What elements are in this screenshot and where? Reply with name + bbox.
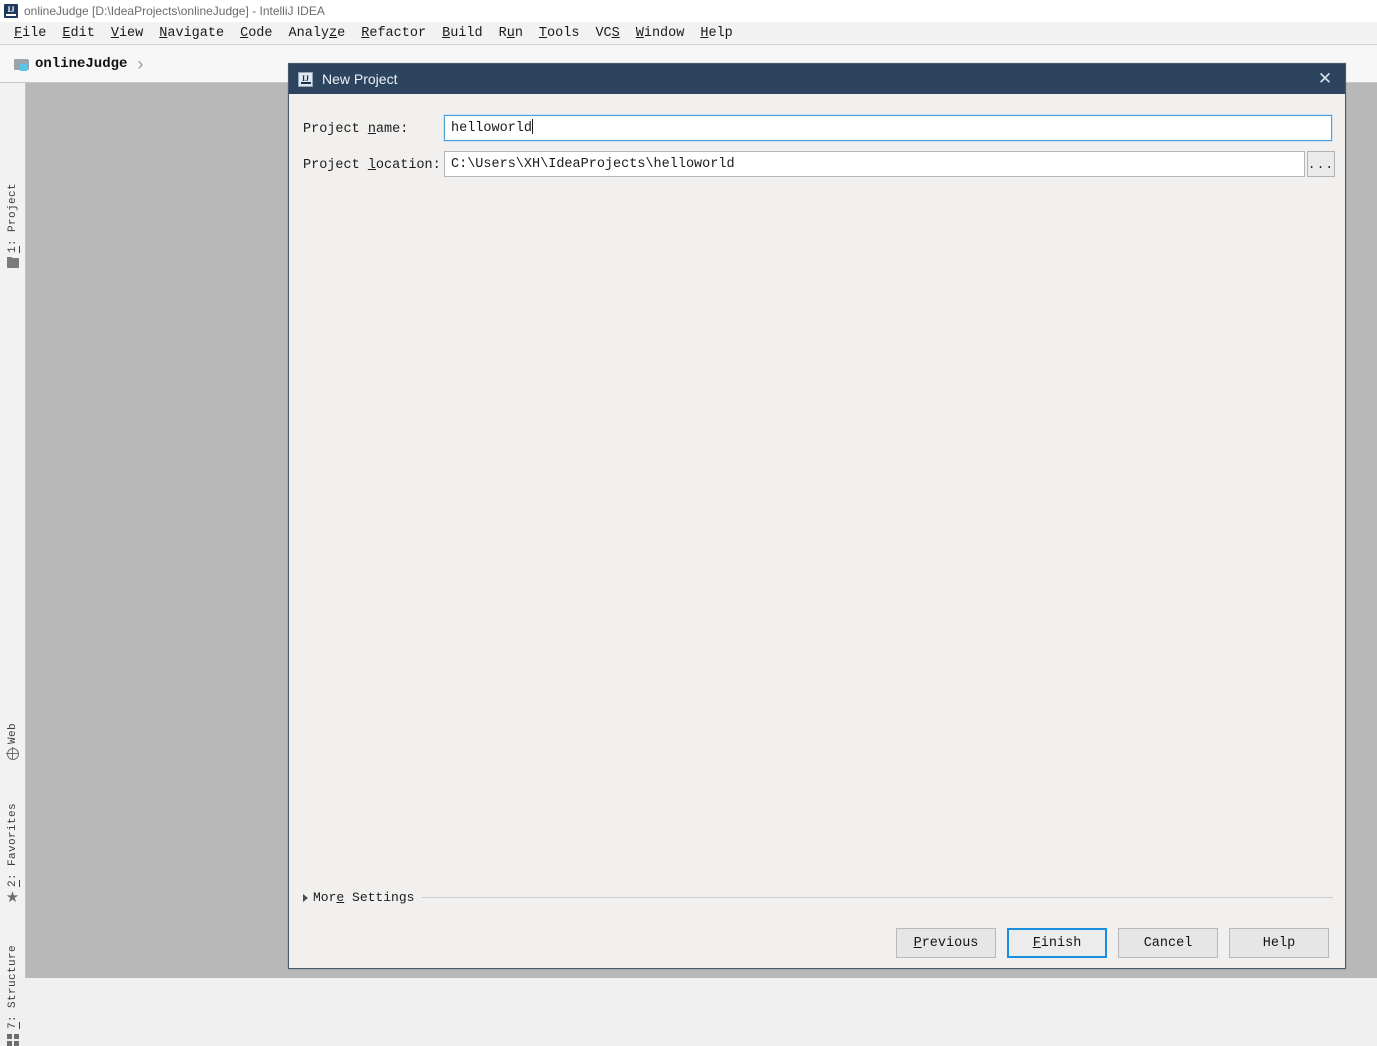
menu-item-file[interactable]: File bbox=[6, 24, 54, 43]
star-icon: ★ bbox=[5, 889, 20, 907]
text-caret bbox=[532, 119, 534, 134]
tool-window-button-7structure[interactable]: 7: Structure bbox=[0, 945, 25, 1046]
more-settings-divider bbox=[422, 897, 1333, 898]
menu-item-help[interactable]: Help bbox=[692, 24, 740, 43]
close-icon[interactable]: ✕ bbox=[1313, 68, 1337, 90]
application-title-bar: onlineJudge [D:\IdeaProjects\onlineJudge… bbox=[0, 0, 1377, 22]
menu-item-run[interactable]: Run bbox=[491, 24, 531, 43]
menu-item-navigate[interactable]: Navigate bbox=[151, 24, 232, 43]
tool-window-label: Web bbox=[6, 723, 19, 745]
menu-item-vcs[interactable]: VCS bbox=[587, 24, 627, 43]
tool-window-label: 7: Structure bbox=[6, 945, 19, 1030]
tool-window-label: 2: Favorites bbox=[6, 803, 19, 888]
project-name-value: helloworld bbox=[451, 121, 533, 136]
tool-window-button-web[interactable]: Web bbox=[0, 723, 25, 761]
globe-icon bbox=[5, 747, 19, 761]
menu-item-tools[interactable]: Tools bbox=[531, 24, 588, 43]
finish-button[interactable]: Finish bbox=[1007, 928, 1107, 958]
menu-item-view[interactable]: View bbox=[103, 24, 151, 43]
help-button[interactable]: Help bbox=[1229, 928, 1329, 958]
tool-window-button-1project[interactable]: 1: Project bbox=[0, 183, 25, 270]
more-settings-label: More Settings bbox=[313, 890, 415, 905]
previous-button[interactable]: Previous bbox=[896, 928, 996, 958]
window-title: onlineJudge [D:\IdeaProjects\onlineJudge… bbox=[24, 4, 325, 18]
left-tool-window-strip: 1: Project Web 2: Favorites ★ 7: Structure bbox=[0, 83, 26, 1040]
project-name-label: Project name: bbox=[303, 121, 409, 137]
project-location-value: C:\Users\XH\IdeaProjects\helloworld bbox=[451, 157, 735, 172]
menu-item-code[interactable]: Code bbox=[232, 24, 280, 43]
menu-item-window[interactable]: Window bbox=[628, 24, 693, 43]
project-location-row: Project location: bbox=[303, 152, 441, 178]
project-name-input[interactable]: helloworld bbox=[444, 115, 1332, 141]
menu-item-refactor[interactable]: Refactor bbox=[353, 24, 434, 43]
intellij-idea-icon bbox=[4, 3, 18, 18]
menu-bar: File Edit View Navigate Code Analyze Refactor B… bbox=[0, 22, 1377, 45]
dialog-button-bar: Previous Finish Cancel Help bbox=[896, 928, 1329, 958]
menu-item-build[interactable]: Build bbox=[434, 24, 491, 43]
new-project-dialog: New Project ✕ Project name: helloworld P… bbox=[288, 63, 1346, 969]
more-settings-toggle[interactable]: More Settings bbox=[303, 890, 1333, 905]
breadcrumb-separator: › bbox=[137, 53, 144, 74]
browse-location-button[interactable]: ... bbox=[1307, 151, 1335, 177]
grid-icon bbox=[6, 1033, 20, 1046]
folder-icon bbox=[6, 257, 20, 270]
chevron-right-icon bbox=[303, 893, 308, 902]
dialog-title-bar: New Project ✕ bbox=[289, 64, 1345, 94]
cancel-button[interactable]: Cancel bbox=[1118, 928, 1218, 958]
dialog-title: New Project bbox=[322, 71, 398, 87]
intellij-idea-icon bbox=[298, 71, 313, 87]
project-name-row: Project name: bbox=[303, 116, 408, 142]
tool-window-button-2favorites[interactable]: 2: Favorites ★ bbox=[0, 803, 25, 907]
project-location-label: Project location: bbox=[303, 157, 441, 173]
project-folder-icon bbox=[14, 58, 29, 71]
menu-item-edit[interactable]: Edit bbox=[54, 24, 102, 43]
project-location-input[interactable]: C:\Users\XH\IdeaProjects\helloworld bbox=[444, 151, 1305, 177]
breadcrumb-item-project[interactable]: onlineJudge bbox=[35, 56, 127, 72]
menu-item-analyze[interactable]: Analyze bbox=[281, 24, 354, 43]
dialog-body: Project name: helloworld Project locatio… bbox=[289, 94, 1345, 968]
tool-window-label: 1: Project bbox=[6, 183, 19, 254]
